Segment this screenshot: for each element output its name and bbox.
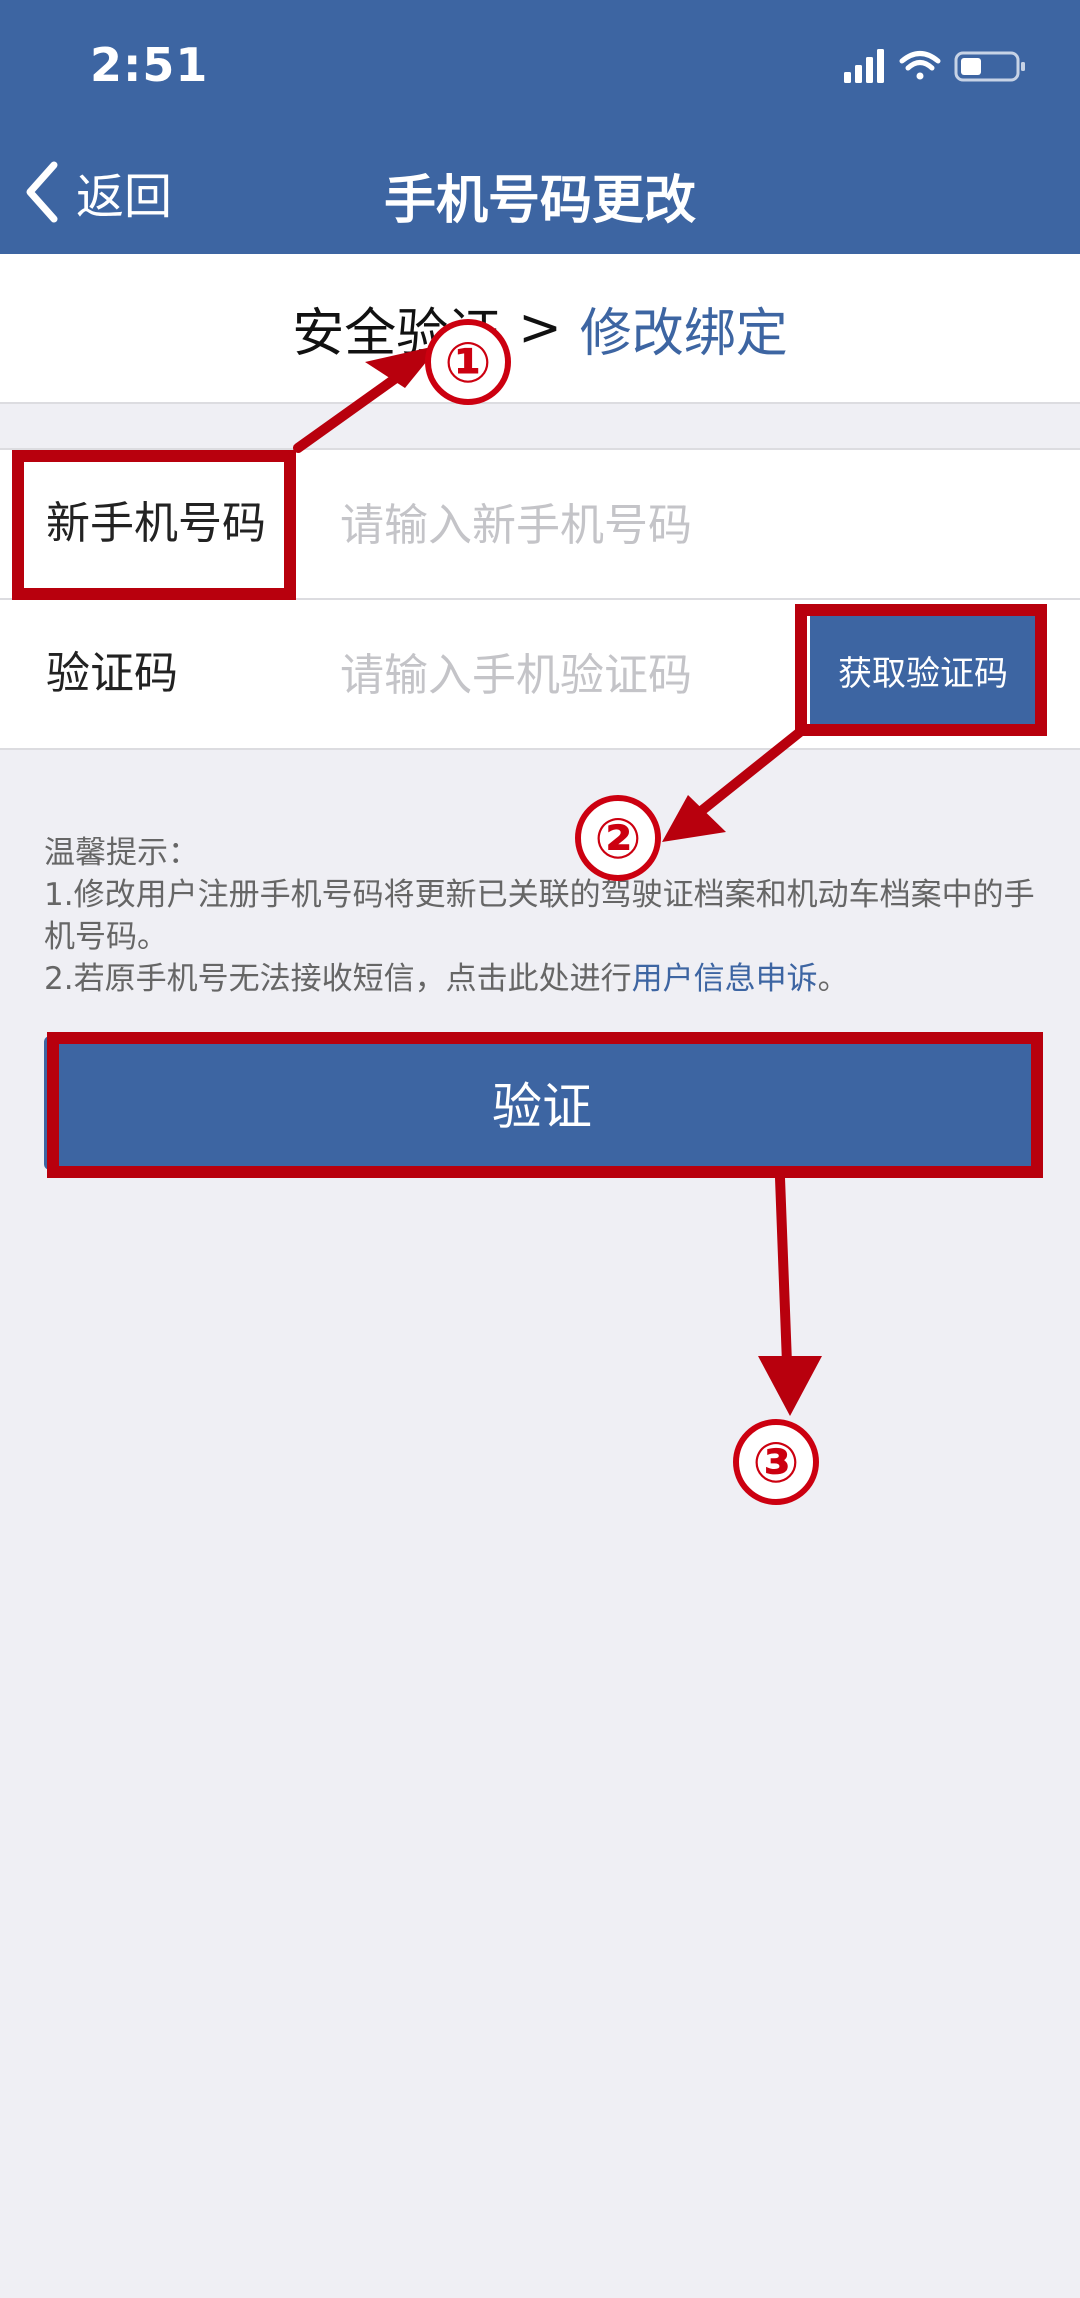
tip-line-2-end: 。 (817, 961, 849, 997)
tip-line-1: 1.修改用户注册手机号码将更新已关联的驾驶证档案和机动车档案中的手机号码。 (44, 877, 1035, 955)
wifi-icon (899, 51, 941, 80)
step-separator: > (518, 298, 562, 358)
get-code-button[interactable]: 获取验证码 (810, 614, 1036, 726)
step-indicator: 安全验证 > 修改绑定 (0, 254, 1080, 404)
signal-icon (844, 49, 884, 83)
status-time: 2:51 (90, 38, 209, 92)
verification-code-input[interactable] (338, 636, 772, 714)
battery-icon (954, 51, 1025, 82)
verification-code-label: 验证码 (46, 648, 178, 699)
nav-bar: 返回 手机号码更改 (0, 130, 1080, 254)
step-3-number: ③ (752, 1431, 799, 1496)
new-phone-row: 新手机号码 (0, 450, 1080, 598)
status-bar: 2:51 (0, 0, 1080, 130)
phone-change-form: 新手机号码 验证码 获取验证码 (0, 448, 1080, 750)
tip-line-2: 2.若原手机号无法接收短信，点击此处进行用户信息申诉。 (44, 958, 1044, 1000)
verify-button[interactable]: 验证 (44, 1036, 1040, 1170)
arrowhead-step-3 (758, 1356, 822, 1416)
verification-code-row: 验证码 获取验证码 (0, 598, 1080, 748)
user-info-appeal-link[interactable]: 用户信息申诉 (632, 961, 818, 997)
page-title: 手机号码更改 (383, 171, 696, 231)
new-phone-label: 新手机号码 (46, 498, 266, 549)
step-security-verification: 安全验证 (292, 303, 501, 364)
tips-section: 温馨提示： 1.修改用户注册手机号码将更新已关联的驾驶证档案和机动车档案中的手机… (44, 832, 1044, 1000)
new-phone-input[interactable] (338, 486, 772, 564)
tips-title: 温馨提示： (44, 835, 199, 871)
arrow-step-3 (775, 1173, 793, 1395)
status-icons (844, 49, 1025, 83)
step-3-marker (733, 1419, 819, 1505)
tip-line-2-text: 2.若原手机号无法接收短信，点击此处进行 (44, 961, 632, 997)
step-modify-binding: 修改绑定 (579, 303, 788, 364)
